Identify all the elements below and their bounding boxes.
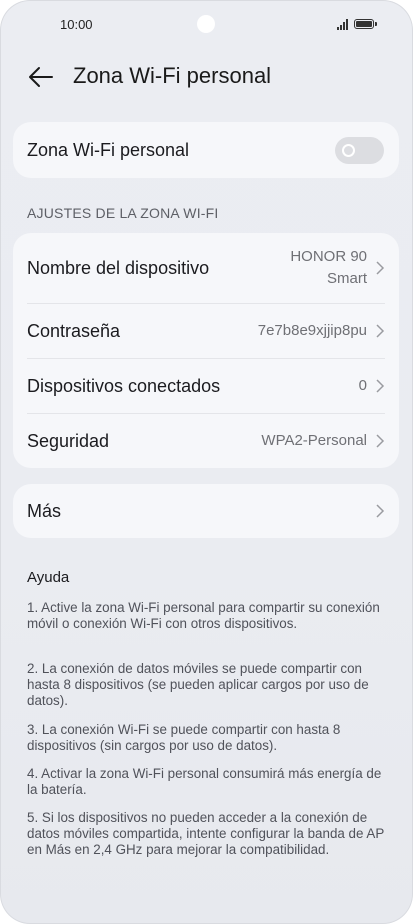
- more-card[interactable]: Más: [13, 484, 399, 538]
- help-title: Ayuda: [27, 569, 70, 586]
- device-name-value: HONOR 90 Smart: [290, 246, 367, 290]
- password-label: Contraseña: [27, 321, 121, 341]
- hotspot-label: Zona Wi-Fi personal: [27, 140, 190, 160]
- front-camera: [197, 15, 215, 33]
- chevron-right-icon: [376, 434, 385, 448]
- help-item: 1. Active la zona Wi-Fi personal para co…: [27, 600, 380, 631]
- password-row[interactable]: Contraseña 7e7b8e9xjjip8pu: [13, 304, 399, 358]
- status-time: 10:00: [60, 17, 93, 32]
- help-item: 4. Activar la zona Wi-Fi personal consum…: [27, 766, 382, 797]
- more-label: Más: [27, 501, 62, 521]
- hotspot-toggle[interactable]: [335, 137, 384, 164]
- password-value: 7e7b8e9xjjip8pu: [257, 322, 367, 339]
- chevron-right-icon: [376, 261, 385, 275]
- security-label: Seguridad: [27, 431, 110, 451]
- device-name-value-line1: HONOR 90: [290, 248, 367, 265]
- help-item: 5. Si los dispositivos no pueden acceder…: [27, 810, 385, 857]
- phone-screen: 10:00 Zona Wi-Fi personal Zona Wi-Fi per…: [0, 0, 413, 924]
- device-name-value-line2: Smart: [326, 270, 367, 287]
- battery-icon: [354, 19, 374, 29]
- signal-icon: [337, 19, 351, 30]
- connected-devices-label: Dispositivos conectados: [27, 376, 221, 396]
- help-item: 3. La conexión Wi-Fi se puede compartir …: [27, 722, 341, 753]
- chevron-right-icon: [376, 324, 385, 338]
- battery-tip: [375, 22, 377, 26]
- connected-devices-row[interactable]: Dispositivos conectados 0: [13, 359, 399, 413]
- help-item: 2. La conexión de datos móviles se puede…: [27, 661, 369, 708]
- back-arrow-icon[interactable]: [26, 62, 56, 92]
- connected-devices-value: 0: [358, 377, 367, 394]
- device-name-label: Nombre del dispositivo: [27, 258, 210, 278]
- chevron-right-icon: [376, 504, 385, 518]
- security-row[interactable]: Seguridad WPA2-Personal: [13, 414, 399, 468]
- toggle-knob: [342, 144, 355, 157]
- security-value: WPA2-Personal: [261, 432, 367, 449]
- page-title: Zona Wi-Fi personal: [73, 63, 272, 88]
- device-name-row[interactable]: Nombre del dispositivo HONOR 90 Smart: [13, 233, 399, 303]
- chevron-right-icon: [376, 379, 385, 393]
- section-title: AJUSTES DE LA ZONA WI-FI: [27, 205, 219, 221]
- settings-card: Nombre del dispositivo HONOR 90 Smart Co…: [13, 233, 399, 468]
